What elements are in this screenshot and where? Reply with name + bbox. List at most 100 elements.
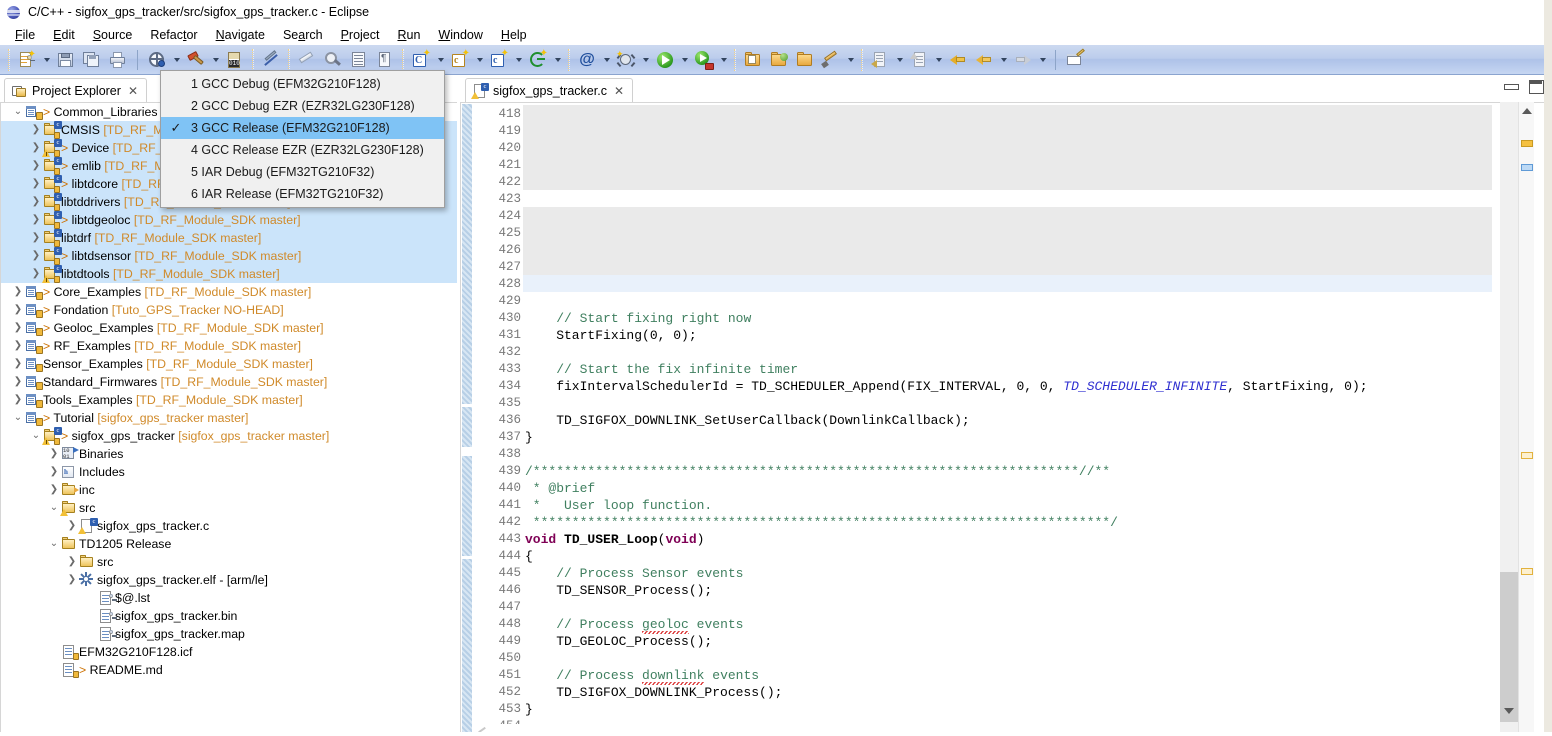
debug-button[interactable]: ✦ [614, 48, 638, 72]
menu-file[interactable]: File [6, 26, 44, 44]
chevron-right-icon[interactable]: ❯ [65, 517, 79, 535]
print-button[interactable] [106, 48, 130, 72]
tree-item[interactable]: ❯ h Includes [1, 463, 457, 481]
clean-button[interactable] [295, 48, 319, 72]
chevron-right-icon[interactable]: ❯ [11, 355, 25, 373]
previous-annotation-dropdown[interactable] [932, 48, 945, 72]
at-annotation-dropdown[interactable] [600, 48, 613, 72]
tree-item[interactable]: > README.md [1, 661, 457, 679]
chevron-down-icon[interactable]: ⌄ [29, 427, 43, 445]
tree-item[interactable]: EFM32G210F128.icf [1, 643, 457, 661]
new-git-dropdown[interactable] [551, 48, 564, 72]
maximize-icon[interactable] [1529, 80, 1544, 94]
back-button[interactable] [972, 48, 996, 72]
new-git-button[interactable]: ✦ [526, 48, 550, 72]
tree-item[interactable]: ❯ inc [1, 481, 457, 499]
scroll-down-icon[interactable] [1504, 708, 1514, 714]
minimize-icon[interactable] [1504, 82, 1519, 91]
new-c-class-button[interactable]: C ✦ [409, 48, 433, 72]
new-c-source-dropdown[interactable] [473, 48, 486, 72]
menu-source[interactable]: Source [84, 26, 142, 44]
menu-refactor[interactable]: Refactor [141, 26, 206, 44]
editor-body[interactable]: 418 419 420 421 422 423 424 425 426 427 428 429 430 4… [460, 102, 1552, 736]
source-code[interactable]: #if BOOT_MONITORING // Will only send a … [524, 103, 1492, 736]
build-configuration-button[interactable] [184, 48, 208, 72]
chevron-down-icon[interactable]: ⌄ [47, 499, 61, 517]
chevron-right-icon[interactable]: ❯ [29, 175, 43, 193]
tree-item[interactable]: ❯ src [1, 553, 457, 571]
vertical-scrollbar-thumb[interactable] [1500, 572, 1518, 722]
tree-item[interactable]: ❯ Tools_Examples [TD_RF_Module_SDK master… [1, 391, 457, 409]
chevron-right-icon[interactable]: ❯ [29, 211, 43, 229]
next-annotation-button[interactable] [868, 48, 892, 72]
menu-window[interactable]: Window [429, 26, 491, 44]
chevron-down-icon[interactable]: ⌄ [47, 535, 61, 553]
new-c-file-button[interactable]: c ✦ [487, 48, 511, 72]
tree-item[interactable]: ⌄ TD1205 Release [1, 535, 457, 553]
chevron-right-icon[interactable]: ❯ [29, 121, 43, 139]
tree-item[interactable]: ❯ > Geoloc_Examples [TD_RF_Module_SDK mas… [1, 319, 457, 337]
chevron-right-icon[interactable]: ❯ [29, 157, 43, 175]
save-all-button[interactable] [80, 48, 104, 72]
build-all-button[interactable] [145, 48, 169, 72]
tree-item[interactable]: ❯ c sigfox_gps_tracker.c [1, 517, 457, 535]
external-tools-dropdown[interactable] [717, 48, 730, 72]
build-config-item-6[interactable]: 6 IAR Release (EFM32TG210F32) [161, 183, 444, 205]
overview-marker-warnh[interactable] [1521, 452, 1533, 459]
skip-breakpoints-button[interactable] [259, 48, 283, 72]
new-c-source-button[interactable]: c ✦ [448, 48, 472, 72]
build-configuration-dropdown[interactable] [209, 48, 222, 72]
build-config-item-2[interactable]: 2 GCC Debug EZR (EZR32LG230F128) [161, 95, 444, 117]
chevron-right-icon[interactable]: ❯ [29, 265, 43, 283]
new-file-button[interactable]: ✦ [15, 48, 39, 72]
new-c-file-dropdown[interactable] [512, 48, 525, 72]
tree-item[interactable]: ❯ > Core_Examples [TD_RF_Module_SDK maste… [1, 283, 457, 301]
build-config-item-1[interactable]: 1 GCC Debug (EFM32G210F128) [161, 73, 444, 95]
build-config-item-5[interactable]: 5 IAR Debug (EFM32TG210F32) [161, 161, 444, 183]
open-folder-button[interactable] [741, 48, 765, 72]
new-editor-button[interactable] [1063, 47, 1087, 72]
chevron-right-icon[interactable]: ❯ [47, 445, 61, 463]
chevron-right-icon[interactable]: ❯ [11, 283, 25, 301]
new-c-class-dropdown[interactable] [434, 48, 447, 72]
run-dropdown[interactable] [678, 48, 691, 72]
chevron-right-icon[interactable]: ❯ [11, 373, 25, 391]
chevron-right-icon[interactable]: ❯ [29, 229, 43, 247]
tab-sigfox-gps-tracker-c[interactable]: c sigfox_gps_tracker.c ✕ [465, 78, 634, 102]
open-resource-button[interactable] [793, 48, 817, 72]
chevron-right-icon[interactable]: ❯ [11, 337, 25, 355]
build-configuration-menu[interactable]: 1 GCC Debug (EFM32G210F128) 2 GCC Debug E… [160, 70, 445, 208]
tree-item[interactable]: ❯ Standard_Firmwares [TD_RF_Module_SDK ma… [1, 373, 457, 391]
new-file-dropdown[interactable] [40, 48, 53, 72]
chevron-right-icon[interactable]: ❯ [65, 553, 79, 571]
menu-search[interactable]: Search [274, 26, 332, 44]
tree-item[interactable]: ❯ c libtdrf [TD_RF_Module_SDK master] [1, 229, 457, 247]
tree-item[interactable]: ❯ Sensor_Examples [TD_RF_Module_SDK maste… [1, 355, 457, 373]
scroll-up-icon[interactable] [1522, 108, 1532, 114]
chevron-right-icon[interactable]: ❯ [11, 319, 25, 337]
chevron-right-icon[interactable]: ❯ [11, 391, 25, 409]
tree-item[interactable]: ❯ sigfox_gps_tracker.elf - [arm/le] [1, 571, 457, 589]
tree-item[interactable]: ❯ > RF_Examples [TD_RF_Module_SDK master] [1, 337, 457, 355]
previous-annotation-button[interactable] [907, 48, 931, 72]
tree-item[interactable]: ⌄ c > sigfox_gps_tracker [sigfox_gps_track… [1, 427, 457, 445]
overview-ruler[interactable] [1518, 102, 1534, 736]
outline-list-button[interactable] [347, 48, 371, 72]
chevron-right-icon[interactable]: ❯ [47, 463, 61, 481]
build-config-item-3[interactable]: ✓ 3 GCC Release (EFM32G210F128) [161, 117, 444, 139]
debug-dropdown[interactable] [639, 48, 652, 72]
paragraph-button[interactable]: ¶ [373, 48, 397, 72]
at-annotation-button[interactable]: @ [575, 48, 599, 72]
chevron-right-icon[interactable]: ❯ [29, 247, 43, 265]
brush-dropdown[interactable] [844, 48, 857, 72]
tree-item[interactable]: $@.lst [1, 589, 457, 607]
tree-item[interactable]: ❯ c > libtdgeoloc [TD_RF_Module_SDK master… [1, 211, 457, 229]
chevron-right-icon[interactable]: ❯ [47, 481, 61, 499]
tree-item[interactable]: ❯ 10 01 Binaries [1, 445, 457, 463]
chevron-right-icon[interactable]: ❯ [29, 139, 43, 157]
external-tools-button[interactable] [692, 48, 716, 72]
tab-project-explorer[interactable]: Project Explorer ✕ [4, 78, 147, 102]
tree-item[interactable]: sigfox_gps_tracker.bin [1, 607, 457, 625]
next-annotation-dropdown[interactable] [893, 48, 906, 72]
close-icon[interactable]: ✕ [128, 84, 138, 98]
